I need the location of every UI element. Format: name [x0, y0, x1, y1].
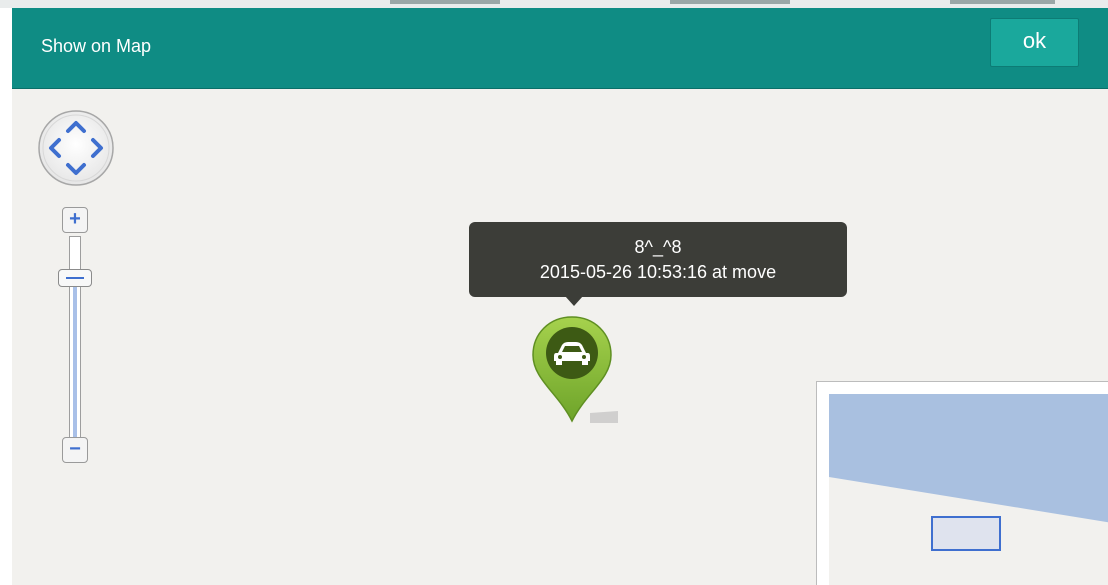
zoom-out-button[interactable]: −: [62, 437, 88, 463]
zoom-slider-track[interactable]: [69, 236, 81, 440]
dialog-header: Show on Map ok: [12, 8, 1108, 89]
vehicle-marker[interactable]: [530, 313, 620, 425]
zoom-level-fill: [73, 279, 77, 439]
show-on-map-dialog: Show on Map ok + − 8^_^8 2015-05-26 10:5…: [12, 8, 1108, 585]
map-canvas[interactable]: + − 8^_^8 2015-05-26 10:53:16 at move: [12, 89, 1108, 585]
vehicle-status: 2015-05-26 10:53:16 at move: [539, 262, 777, 282]
vehicle-info-tooltip: 8^_^8 2015-05-26 10:53:16 at move: [469, 222, 847, 297]
overview-map-canvas: [829, 394, 1108, 585]
overview-viewport-box: [931, 516, 1001, 551]
ok-button[interactable]: ok: [990, 18, 1079, 67]
background-page-strip: [0, 0, 1108, 8]
dialog-title: Show on Map: [41, 36, 152, 56]
zoom-slider-handle[interactable]: [58, 269, 92, 287]
zoom-in-button[interactable]: +: [62, 207, 88, 233]
overview-map[interactable]: [816, 381, 1108, 585]
vehicle-name: 8^_^8: [634, 237, 682, 257]
pan-control-icon[interactable]: [37, 109, 115, 187]
tooltip-arrow: [565, 296, 583, 306]
